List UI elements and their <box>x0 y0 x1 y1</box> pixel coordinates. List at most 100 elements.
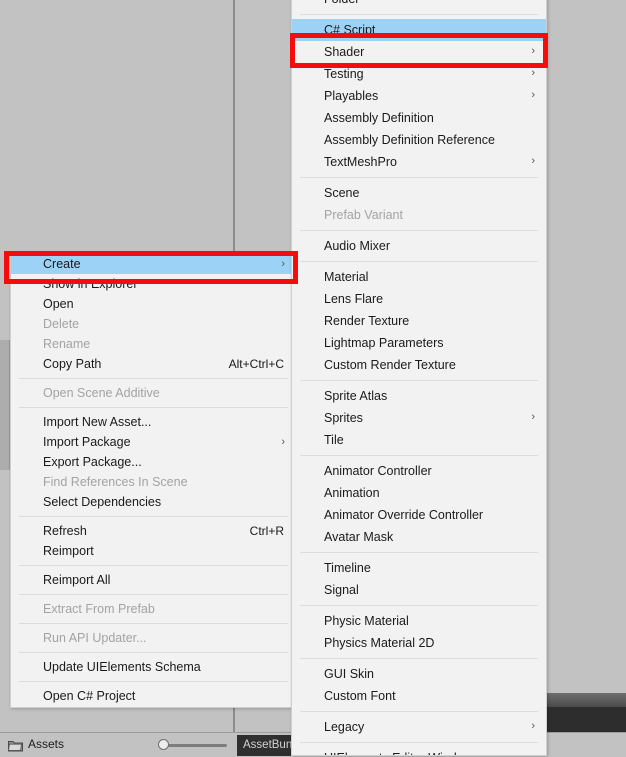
create-submenu-item-animator-override-controller[interactable]: Animator Override Controller <box>292 504 546 526</box>
create-submenu-item-gui-skin[interactable]: GUI Skin <box>292 663 546 685</box>
context-menu-item-open[interactable]: Open <box>11 294 296 314</box>
create-submenu-item-avatar-mask[interactable]: Avatar Mask <box>292 526 546 548</box>
chevron-right-icon: › <box>531 411 535 423</box>
context-menu-item-export-package[interactable]: Export Package... <box>11 452 296 472</box>
project-panel-scrollbar[interactable] <box>0 340 10 470</box>
assetbundle-tab[interactable]: AssetBun <box>237 735 299 756</box>
create-submenu-item-label: Assembly Definition Reference <box>324 133 495 147</box>
chevron-right-icon: › <box>281 258 285 270</box>
context-menu-item-label: Open C# Project <box>43 689 136 703</box>
create-submenu-separator <box>300 552 538 553</box>
create-submenu-item-label: Render Texture <box>324 314 410 328</box>
context-menu-separator <box>19 652 288 653</box>
create-submenu-item-label: Prefab Variant <box>324 208 403 222</box>
thumbnail-size-slider[interactable] <box>158 739 227 750</box>
context-menu-item-reimport[interactable]: Reimport <box>11 541 296 561</box>
project-context-menu[interactable]: Create › Show in Explorer Open Delete Rename C… <box>10 252 297 708</box>
create-submenu-separator <box>300 605 538 606</box>
context-menu-item-label: Copy Path <box>43 357 102 371</box>
context-menu-separator <box>19 565 288 566</box>
create-submenu-item-label: Sprite Atlas <box>324 389 388 403</box>
context-menu-separator <box>19 623 288 624</box>
context-menu-item-show-in-explorer[interactable]: Show in Explorer <box>11 274 296 294</box>
create-submenu-item-lightmap-parameters[interactable]: Lightmap Parameters <box>292 332 546 354</box>
context-menu-item-label: Reimport All <box>43 573 111 587</box>
create-submenu-item-tile[interactable]: Tile <box>292 429 546 451</box>
create-submenu-item-uielements-editor-window[interactable]: UIElements Editor Window <box>292 747 546 755</box>
create-submenu-item-label: Tile <box>324 433 344 447</box>
context-menu-item-extract-from-prefab: Extract From Prefab <box>11 599 296 619</box>
context-menu-item-shortcut: Alt+Ctrl+C <box>228 357 284 371</box>
create-submenu-item-label: Timeline <box>324 561 371 575</box>
context-menu-item-refresh[interactable]: Refresh Ctrl+R <box>11 521 296 541</box>
create-submenu-item-sprite-atlas[interactable]: Sprite Atlas <box>292 385 546 407</box>
create-submenu-item-label: Material <box>324 270 369 284</box>
chevron-right-icon: › <box>531 45 535 57</box>
context-menu-item-reimport-all[interactable]: Reimport All <box>11 570 296 590</box>
create-submenu-separator <box>300 261 538 262</box>
create-submenu-item-animator-controller[interactable]: Animator Controller <box>292 460 546 482</box>
context-menu-item-label: Import New Asset... <box>43 415 152 429</box>
create-submenu-item-legacy[interactable]: Legacy › <box>292 716 546 738</box>
context-menu-item-import-package[interactable]: Import Package › <box>11 432 296 452</box>
chevron-right-icon: › <box>531 720 535 732</box>
create-submenu-item-audio-mixer[interactable]: Audio Mixer <box>292 235 546 257</box>
create-submenu-item-label: Assembly Definition <box>324 111 434 125</box>
create-submenu-separator <box>300 177 538 178</box>
context-menu-item-create[interactable]: Create › <box>11 254 296 274</box>
create-submenu-item-material[interactable]: Material <box>292 266 546 288</box>
create-submenu-item-label: Folder <box>324 0 359 6</box>
create-submenu-item-label: Testing <box>324 67 364 81</box>
create-submenu-item-label: Custom Font <box>324 689 396 703</box>
context-menu-item-update-uielements-schema[interactable]: Update UIElements Schema <box>11 657 296 677</box>
context-menu-item-shortcut: Ctrl+R <box>249 524 284 538</box>
context-menu-item-import-new-asset[interactable]: Import New Asset... <box>11 412 296 432</box>
context-menu-item-label: Import Package <box>43 435 131 449</box>
context-menu-item-label: Run API Updater... <box>43 631 147 645</box>
create-submenu-item-scene[interactable]: Scene <box>292 182 546 204</box>
create-submenu-item-testing[interactable]: Testing › <box>292 63 546 85</box>
create-submenu-item-timeline[interactable]: Timeline <box>292 557 546 579</box>
create-submenu-item-physic-material[interactable]: Physic Material <box>292 610 546 632</box>
context-menu-item-select-dependencies[interactable]: Select Dependencies <box>11 492 296 512</box>
create-submenu-item-textmeshpro[interactable]: TextMeshPro › <box>292 151 546 173</box>
create-submenu-item-label: Animator Controller <box>324 464 432 478</box>
context-menu-item-delete: Delete <box>11 314 296 334</box>
create-submenu-item-label: Shader <box>324 45 365 59</box>
context-menu-item-label: Update UIElements Schema <box>43 660 201 674</box>
create-submenu-item-assembly-definition[interactable]: Assembly Definition <box>292 107 546 129</box>
create-submenu-item-folder[interactable]: Folder <box>292 0 546 10</box>
context-menu-item-rename: Rename <box>11 334 296 354</box>
create-submenu-item-assembly-definition-reference[interactable]: Assembly Definition Reference <box>292 129 546 151</box>
create-submenu-item-label: Lens Flare <box>324 292 384 306</box>
create-submenu-item-custom-render-texture[interactable]: Custom Render Texture <box>292 354 546 376</box>
context-menu-item-label: Extract From Prefab <box>43 602 155 616</box>
context-menu-item-find-references-in-scene: Find References In Scene <box>11 472 296 492</box>
create-submenu-item-shader[interactable]: Shader › <box>292 41 546 63</box>
slider-knob[interactable] <box>158 739 169 750</box>
create-submenu-item-label: Avatar Mask <box>324 530 394 544</box>
create-submenu-item-physics-material-2d[interactable]: Physics Material 2D <box>292 632 546 654</box>
create-submenu-item-c-script[interactable]: C# Script <box>292 19 546 41</box>
context-menu-item-label: Show in Explorer <box>43 277 138 291</box>
create-submenu-item-signal[interactable]: Signal <box>292 579 546 601</box>
create-submenu[interactable]: Folder C# Script Shader › Testing › Playables ›… <box>291 0 547 756</box>
context-menu-separator <box>19 407 288 408</box>
chevron-right-icon: › <box>531 89 535 101</box>
context-menu-separator <box>19 681 288 682</box>
context-menu-item-copy-path[interactable]: Copy Path Alt+Ctrl+C <box>11 354 296 374</box>
chevron-right-icon: › <box>281 436 285 448</box>
create-submenu-item-label: Animation <box>324 486 380 500</box>
create-submenu-item-playables[interactable]: Playables › <box>292 85 546 107</box>
create-submenu-item-label: Scene <box>324 186 360 200</box>
context-menu-item-label: Reimport <box>43 544 94 558</box>
context-menu-item-open-c-project[interactable]: Open C# Project <box>11 686 296 706</box>
create-submenu-item-custom-font[interactable]: Custom Font <box>292 685 546 707</box>
create-submenu-item-lens-flare[interactable]: Lens Flare <box>292 288 546 310</box>
create-submenu-item-render-texture[interactable]: Render Texture <box>292 310 546 332</box>
create-submenu-item-animation[interactable]: Animation <box>292 482 546 504</box>
create-submenu-item-label: Audio Mixer <box>324 239 390 253</box>
create-submenu-item-label: Animator Override Controller <box>324 508 484 522</box>
create-submenu-item-label: UIElements Editor Window <box>324 751 473 755</box>
create-submenu-item-sprites[interactable]: Sprites › <box>292 407 546 429</box>
